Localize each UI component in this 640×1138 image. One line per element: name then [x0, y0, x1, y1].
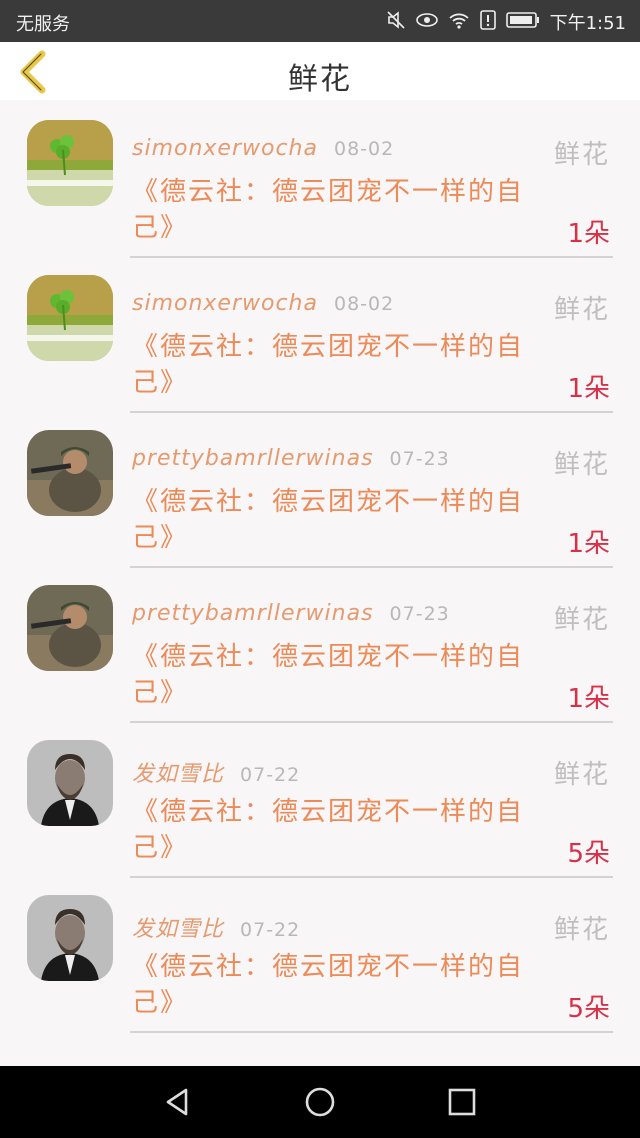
list-item[interactable]: prettybamrllerwinas 07-23 鲜花 《德云社：德云团宠不一样… — [0, 420, 640, 575]
message-text[interactable]: 《德云社：德云团宠不一样的自己》 — [132, 329, 532, 401]
username-line: prettybamrllerwinas 07-23 — [132, 446, 450, 471]
message-text[interactable]: 《德云社：德云团宠不一样的自己》 — [132, 484, 532, 556]
gift-type: 鲜花 — [553, 140, 610, 170]
username-line: 发如雪比 07-22 — [132, 756, 300, 788]
message-text[interactable]: 《德云社：德云团宠不一样的自己》 — [132, 174, 532, 246]
username: prettybamrllerwinas — [132, 446, 374, 471]
avatar[interactable] — [27, 585, 113, 671]
gift-count: 5朵 — [567, 839, 610, 869]
system-nav-bar — [0, 1066, 640, 1138]
date: 07-22 — [240, 919, 301, 941]
divider — [130, 721, 613, 723]
nav-recent-button[interactable] — [444, 1084, 480, 1120]
header-bar: 鲜花 — [0, 42, 640, 100]
list-item[interactable]: prettybamrllerwinas 07-23 鲜花 《德云社：德云团宠不一样… — [0, 575, 640, 730]
gift-type: 鲜花 — [553, 450, 610, 480]
date: 08-02 — [333, 293, 395, 315]
date: 08-02 — [333, 138, 395, 160]
message-text[interactable]: 《德云社：德云团宠不一样的自己》 — [132, 794, 532, 866]
gift-count: 1朵 — [567, 219, 610, 249]
mute-icon — [386, 10, 406, 35]
username-line: prettybamrllerwinas 07-23 — [132, 601, 450, 626]
avatar[interactable] — [27, 740, 113, 826]
nav-back-button[interactable] — [160, 1084, 196, 1120]
date: 07-23 — [389, 603, 450, 625]
eye-icon — [415, 10, 438, 35]
username: simonxerwocha — [132, 291, 318, 316]
gift-count: 5朵 — [567, 994, 610, 1024]
username: prettybamrllerwinas — [132, 601, 374, 626]
username-line: 发如雪比 07-22 — [132, 911, 300, 943]
gift-count: 1朵 — [567, 374, 610, 404]
list-item[interactable]: simonxerwocha 08-02 鲜花 《德云社：德云团宠不一样的自己》 1… — [0, 265, 640, 420]
divider — [130, 411, 613, 413]
alert-icon — [479, 9, 496, 35]
username-line: simonxerwocha 08-02 — [132, 291, 394, 316]
username: 发如雪比 — [132, 762, 225, 787]
page-title: 鲜花 — [288, 62, 352, 97]
triangle-back-icon — [166, 1088, 188, 1116]
username-line: simonxerwocha 08-02 — [132, 136, 394, 161]
clock-text: 下午1:51 — [549, 13, 626, 34]
nav-home-button[interactable] — [302, 1084, 338, 1120]
gift-list: simonxerwocha 08-02 鲜花 《德云社：德云团宠不一样的自己》 1… — [0, 100, 640, 1066]
status-icons: 下午1:51 — [386, 9, 626, 35]
message-text[interactable]: 《德云社：德云团宠不一样的自己》 — [132, 949, 532, 1021]
username: simonxerwocha — [132, 136, 318, 161]
list-item[interactable]: 发如雪比 07-22 鲜花 《德云社：德云团宠不一样的自己》 5朵 — [0, 730, 640, 885]
gift-count: 1朵 — [567, 684, 610, 714]
battery-icon — [505, 11, 540, 34]
divider — [130, 566, 613, 568]
date: 07-22 — [240, 764, 301, 786]
avatar[interactable] — [27, 430, 113, 516]
avatar[interactable] — [27, 895, 113, 981]
divider — [130, 876, 613, 878]
circle-home-icon — [305, 1087, 335, 1117]
list-item[interactable]: simonxerwocha 08-02 鲜花 《德云社：德云团宠不一样的自己》 1… — [0, 110, 640, 265]
divider — [130, 256, 613, 258]
divider — [130, 1031, 613, 1033]
gift-type: 鲜花 — [553, 295, 610, 325]
date: 07-23 — [389, 448, 450, 470]
avatar[interactable] — [27, 275, 113, 361]
gift-count: 1朵 — [567, 529, 610, 559]
username: 发如雪比 — [132, 917, 225, 942]
wifi-icon — [448, 10, 470, 35]
avatar[interactable] — [27, 120, 113, 206]
gift-type: 鲜花 — [553, 915, 610, 945]
status-bar: 无服务 下午1:51 — [0, 0, 640, 42]
gift-type: 鲜花 — [553, 605, 610, 635]
carrier-text: 无服务 — [16, 14, 70, 35]
message-text[interactable]: 《德云社：德云团宠不一样的自己》 — [132, 639, 532, 711]
square-recent-icon — [448, 1088, 476, 1116]
list-item[interactable]: 发如雪比 07-22 鲜花 《德云社：德云团宠不一样的自己》 5朵 — [0, 885, 640, 1040]
gift-type: 鲜花 — [553, 760, 610, 790]
